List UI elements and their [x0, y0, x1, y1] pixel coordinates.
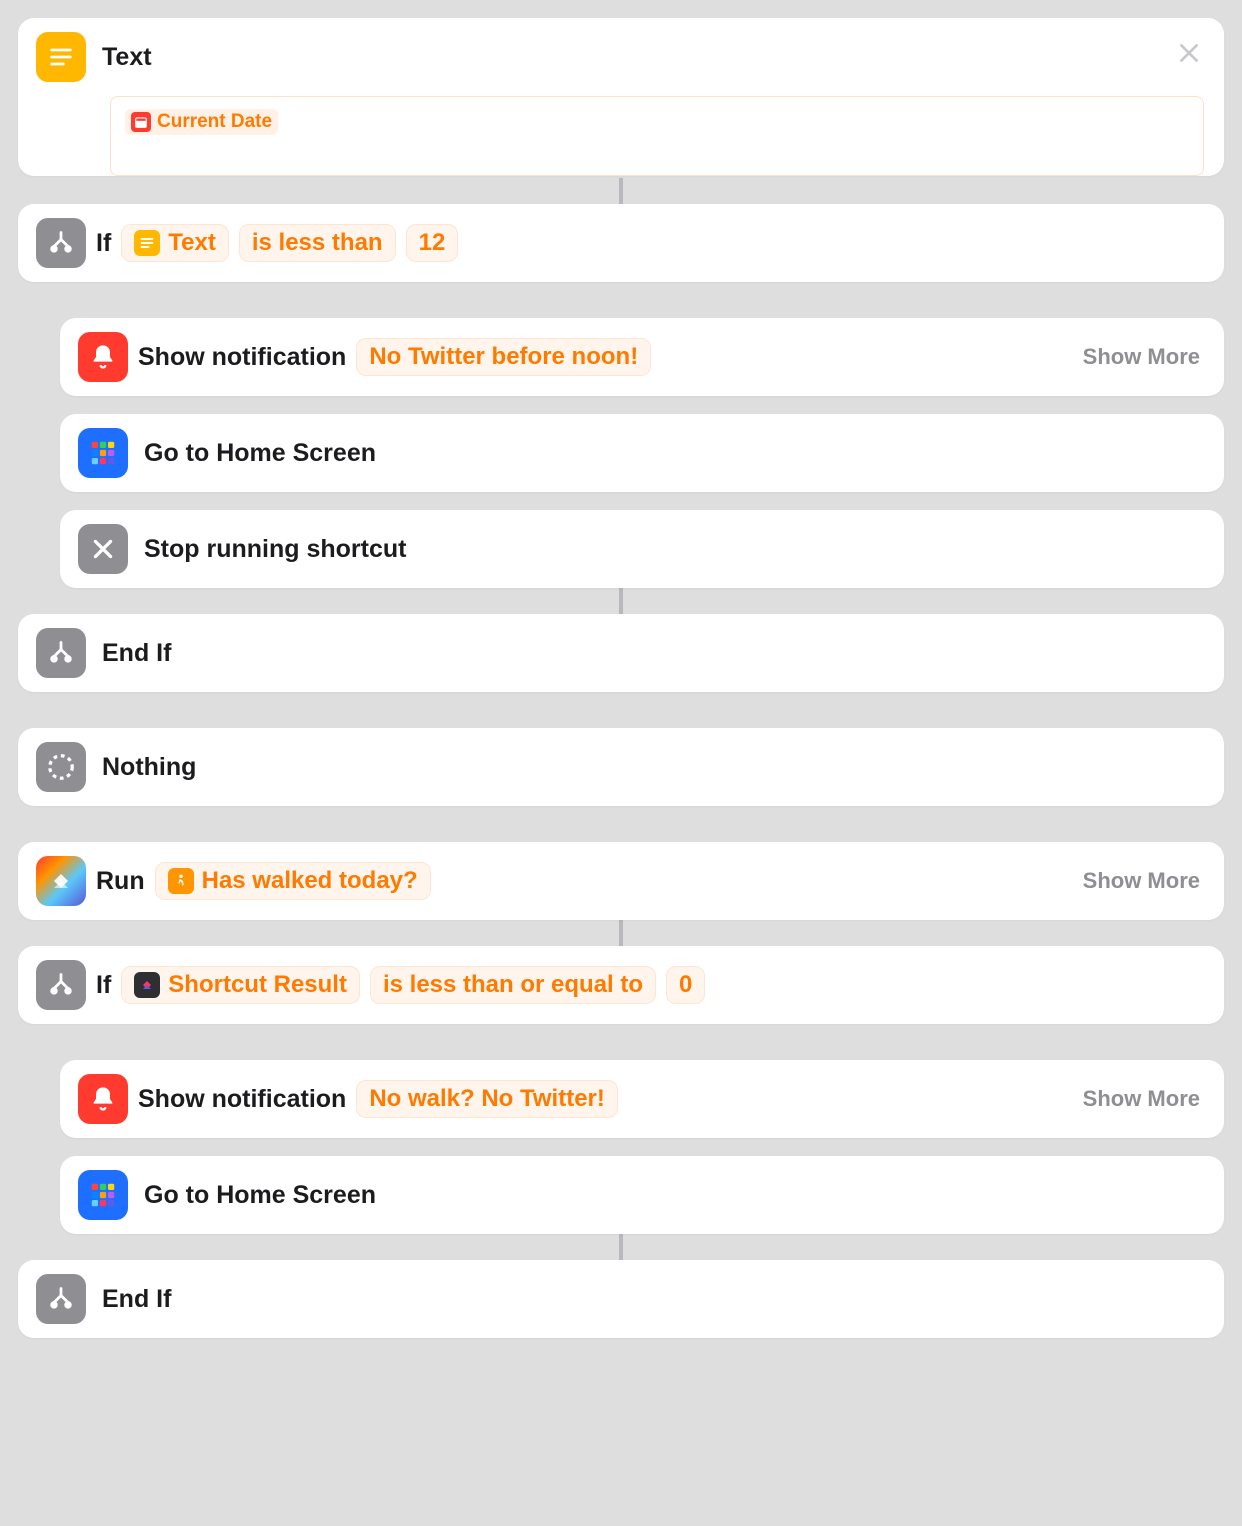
- stop-action-card[interactable]: Stop running shortcut: [60, 510, 1224, 588]
- if2-variable-pill[interactable]: Shortcut Result: [121, 966, 360, 1004]
- bell-icon: [78, 332, 128, 382]
- connector: [619, 178, 623, 204]
- branch-icon: [36, 218, 86, 268]
- end-if-card-2[interactable]: End If: [18, 1260, 1224, 1338]
- end-if-card[interactable]: End If: [18, 614, 1224, 692]
- connector: [619, 588, 623, 614]
- shortcuts-app-icon: [36, 856, 86, 906]
- if-operator-pill[interactable]: is less than: [239, 224, 396, 262]
- notification2-message-pill[interactable]: No walk? No Twitter!: [356, 1080, 618, 1118]
- endif2-title: End If: [102, 1285, 171, 1314]
- if2-label: If: [96, 971, 111, 1000]
- if-variable-pill[interactable]: Text: [121, 224, 229, 262]
- if-action-card-2[interactable]: If Shortcut Result is less than or equal…: [18, 946, 1224, 1024]
- if-variable-label: Text: [168, 229, 216, 257]
- nothing-action-card[interactable]: Nothing: [18, 728, 1224, 806]
- run-shortcut-pill[interactable]: Has walked today?: [155, 862, 431, 900]
- home-screen-action-card[interactable]: Go to Home Screen: [60, 414, 1224, 492]
- home-title: Go to Home Screen: [144, 439, 376, 468]
- calendar-icon: [131, 112, 151, 132]
- if2-value-pill[interactable]: 0: [666, 966, 705, 1004]
- if2-operator-pill[interactable]: is less than or equal to: [370, 966, 656, 1004]
- show-more-button[interactable]: Show More: [1083, 344, 1206, 370]
- show-more-button[interactable]: Show More: [1083, 868, 1206, 894]
- close-icon[interactable]: [1176, 40, 1202, 66]
- nothing-icon: [36, 742, 86, 792]
- bell-icon: [78, 1074, 128, 1124]
- current-date-token-label: Current Date: [157, 111, 272, 133]
- notification-action-card[interactable]: Show notification No Twitter before noon…: [60, 318, 1224, 396]
- home-screen-action-card-2[interactable]: Go to Home Screen: [60, 1156, 1224, 1234]
- text-action-card[interactable]: Text Current Date: [18, 18, 1224, 176]
- text-icon: [134, 230, 160, 256]
- stop-title: Stop running shortcut: [144, 535, 406, 564]
- if-action-card[interactable]: If Text is less than 12: [18, 204, 1224, 282]
- run-shortcut-label: Has walked today?: [202, 867, 418, 895]
- notification-message-pill[interactable]: No Twitter before noon!: [356, 338, 651, 376]
- branch-icon: [36, 960, 86, 1010]
- home-grid-icon: [78, 1170, 128, 1220]
- home-grid-icon: [78, 428, 128, 478]
- show-more-button[interactable]: Show More: [1083, 1086, 1206, 1112]
- close-square-icon: [78, 524, 128, 574]
- notification-title: Show notification: [138, 343, 346, 372]
- connector: [619, 920, 623, 946]
- branch-icon: [36, 1274, 86, 1324]
- text-icon: [36, 32, 86, 82]
- text-input-area[interactable]: Current Date: [110, 96, 1204, 176]
- text-action-title: Text: [102, 43, 152, 72]
- shortcuts-icon: [134, 972, 160, 998]
- run-shortcut-card[interactable]: Run Has walked today? Show More: [18, 842, 1224, 920]
- if-value-pill[interactable]: 12: [406, 224, 459, 262]
- run-title: Run: [96, 867, 145, 896]
- nothing-title: Nothing: [102, 753, 196, 782]
- connector: [619, 1234, 623, 1260]
- home2-title: Go to Home Screen: [144, 1181, 376, 1210]
- branch-icon: [36, 628, 86, 678]
- if-label: If: [96, 229, 111, 258]
- notification2-title: Show notification: [138, 1085, 346, 1114]
- walk-icon: [168, 868, 194, 894]
- endif-title: End If: [102, 639, 171, 668]
- notification-action-card-2[interactable]: Show notification No walk? No Twitter! S…: [60, 1060, 1224, 1138]
- current-date-token[interactable]: Current Date: [125, 109, 278, 135]
- if2-variable-label: Shortcut Result: [168, 971, 347, 999]
